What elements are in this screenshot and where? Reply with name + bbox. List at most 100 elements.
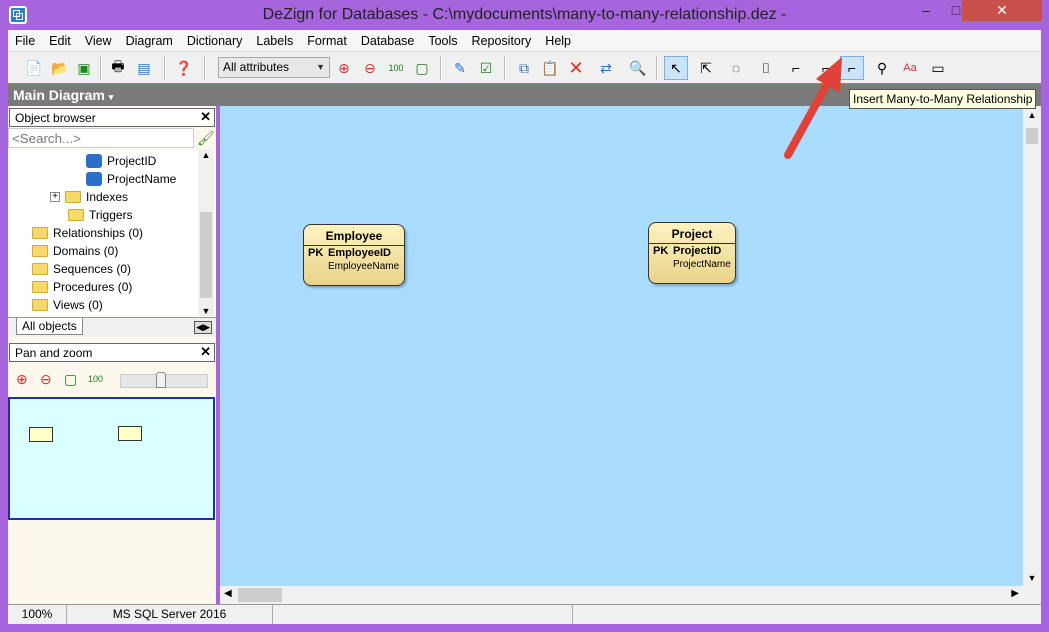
multi-select-icon[interactable]: ⇱ [694, 56, 718, 80]
folder-icon [32, 263, 48, 275]
horizontal-scrollbar[interactable]: ◀ ▶ [220, 586, 1023, 604]
separator [504, 56, 506, 80]
pan-zoom-overview[interactable] [8, 397, 215, 520]
scroll-up-icon[interactable]: ▲ [198, 150, 214, 160]
folder-icon [32, 299, 48, 311]
copy-icon[interactable]: ⧉ [512, 56, 536, 80]
tree-scrollbar[interactable]: ▲ ▼ [198, 150, 214, 316]
menu-tools[interactable]: Tools [421, 34, 464, 48]
menu-help[interactable]: Help [538, 34, 578, 48]
menu-diagram[interactable]: Diagram [119, 34, 180, 48]
print-preview-icon[interactable]: ▤ [132, 56, 156, 80]
toolbar: 📄 📂 ▣ 🖶 ▤ ❓ All attributes ▼ ⊕ ⊖ 100 ▢ ✎ … [8, 51, 1041, 83]
open-file-icon[interactable]: 📂 [48, 56, 72, 80]
menu-edit[interactable]: Edit [42, 34, 78, 48]
entity-project[interactable]: Project PK ProjectID ProjectName [648, 222, 736, 284]
scroll-corner [1023, 586, 1041, 604]
zoom-fit-icon[interactable]: ▢ [410, 56, 434, 80]
entity-attribute[interactable]: EmployeeName [304, 260, 404, 273]
tree-item[interactable]: Views (0) [32, 296, 103, 314]
entity-employee[interactable]: Employee PK EmployeeID EmployeeName [303, 224, 405, 286]
zoom-100-icon[interactable]: 100 [88, 374, 103, 384]
entity-attribute[interactable]: ProjectName [649, 258, 735, 271]
scroll-down-icon[interactable]: ▼ [1023, 573, 1041, 583]
tree-item[interactable]: + Indexes [50, 188, 128, 206]
menu-format[interactable]: Format [300, 34, 354, 48]
menu-file[interactable]: File [8, 34, 42, 48]
entity-name: Project [649, 223, 735, 244]
separator [440, 56, 442, 80]
pointer-icon[interactable]: ↖ [664, 56, 688, 80]
diagram-canvas[interactable]: Employee PK EmployeeID EmployeeName Proje… [220, 106, 1023, 586]
expand-icon[interactable]: + [50, 192, 60, 202]
tree-item[interactable]: Relationships (0) [32, 224, 143, 242]
menu-labels[interactable]: Labels [249, 34, 300, 48]
attributes-combo[interactable]: All attributes ▼ [218, 57, 330, 78]
delete-icon[interactable]: ✕ [564, 56, 588, 80]
new-file-icon[interactable]: 📄 [22, 56, 46, 80]
tree-item[interactable]: ProjectID [86, 152, 156, 170]
chevron-down-icon: ▾ [108, 92, 114, 102]
folder-icon [32, 227, 48, 239]
tab-scroll-arrows-icon[interactable]: ◀▶ [194, 321, 212, 334]
scroll-thumb[interactable] [200, 212, 212, 298]
scroll-left-icon[interactable]: ◀ [224, 588, 232, 599]
tree-item[interactable]: Sequences (0) [32, 260, 131, 278]
zoom-fit-icon[interactable]: ▢ [64, 371, 77, 388]
insert-label-icon[interactable]: Aa [898, 56, 922, 80]
status-dbms: MS SQL Server 2016 [67, 605, 273, 624]
zoom-in-icon[interactable]: ⊕ [16, 371, 28, 388]
clear-filter-icon[interactable]: 🖌 [197, 130, 215, 146]
save-icon[interactable]: ▣ [72, 56, 96, 80]
swap-icon[interactable]: ⇄ [594, 56, 618, 80]
help-icon[interactable]: ❓ [172, 56, 196, 80]
zoom-100-icon[interactable]: 100 [384, 56, 408, 80]
scroll-thumb[interactable] [238, 588, 282, 602]
close-icon[interactable]: ✕ [200, 344, 211, 360]
scroll-down-icon[interactable]: ▼ [198, 306, 214, 316]
search-input[interactable] [8, 128, 194, 148]
browser-tabs: All objects ◀▶ [8, 317, 216, 337]
scroll-right-icon[interactable]: ▶ [1011, 588, 1019, 599]
tree-item[interactable]: Triggers [68, 206, 133, 224]
lasso-icon[interactable]: ◌ [724, 56, 748, 80]
separator [204, 56, 206, 80]
status-bar: 100% MS SQL Server 2016 [8, 604, 1041, 624]
object-browser-header: Object browser ✕ [9, 108, 215, 127]
edit-icon[interactable]: ✎ [448, 56, 472, 80]
insert-subtype-icon[interactable]: ⚲ [870, 56, 894, 80]
menu-repository[interactable]: Repository [465, 34, 539, 48]
close-button[interactable]: ✕ [962, 0, 1042, 21]
tree-item[interactable]: Domains (0) [32, 242, 118, 260]
entity-attribute[interactable]: PK EmployeeID [304, 246, 404, 260]
folder-icon [68, 209, 84, 221]
tree-item[interactable]: Procedures (0) [32, 278, 132, 296]
entity-attribute[interactable]: PK ProjectID [649, 244, 735, 258]
folder-icon [32, 281, 48, 293]
zoom-out-icon[interactable]: ⊖ [40, 371, 52, 388]
left-panel: Object browser✕ 🖌 ProjectID ProjectName … [8, 106, 216, 604]
folder-icon [32, 245, 48, 257]
print-icon[interactable]: 🖶 [106, 56, 130, 80]
pan-zoom-header: Pan and zoom ✕ [9, 343, 215, 362]
find-icon[interactable]: 🔍 [626, 56, 650, 80]
check-model-icon[interactable]: ☑ [474, 56, 498, 80]
menu-database[interactable]: Database [354, 34, 422, 48]
tab-all-objects[interactable]: All objects [16, 318, 83, 335]
scroll-thumb[interactable] [1026, 128, 1038, 144]
close-icon[interactable]: ✕ [200, 109, 211, 125]
zoom-out-icon[interactable]: ⊖ [358, 56, 382, 80]
tree-item[interactable]: ProjectName [86, 170, 176, 188]
menu-view[interactable]: View [78, 34, 119, 48]
vertical-scrollbar[interactable]: ▲ ▼ [1023, 106, 1041, 586]
insert-note-icon[interactable]: ▭ [926, 56, 950, 80]
scroll-up-icon[interactable]: ▲ [1023, 110, 1041, 120]
zoom-in-icon[interactable]: ⊕ [332, 56, 356, 80]
paste-icon[interactable]: 📋 [538, 56, 562, 80]
overview-entity [118, 426, 142, 441]
insert-entity-icon[interactable]: ⌷ [754, 56, 778, 80]
menu-bar: File Edit View Diagram Dictionary Labels… [8, 30, 1041, 51]
zoom-slider-thumb[interactable] [156, 372, 166, 388]
menu-dictionary[interactable]: Dictionary [180, 34, 250, 48]
overview-entity [29, 427, 53, 442]
